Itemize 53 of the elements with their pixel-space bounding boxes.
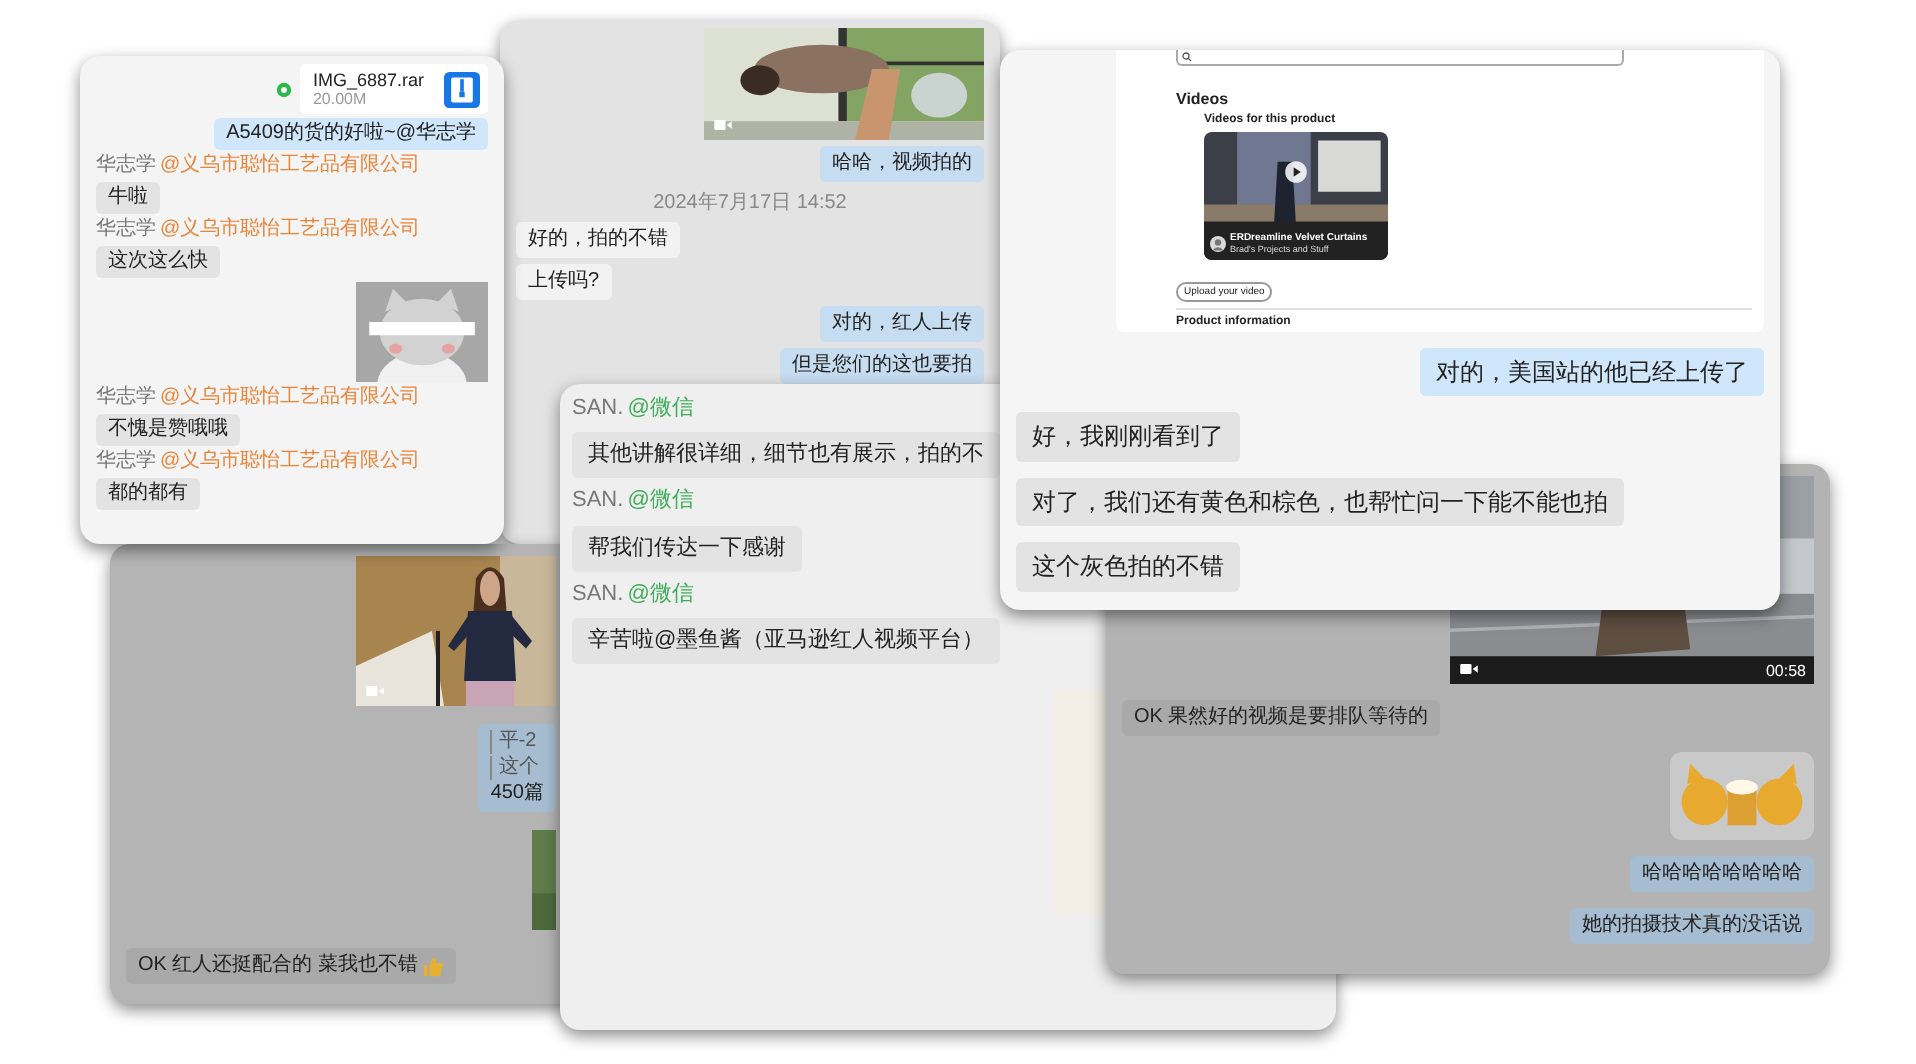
status-icon	[276, 81, 293, 97]
message-text: 450篇	[490, 782, 544, 806]
message-bubble: 好的，拍的不错	[516, 222, 680, 258]
company-name: @微信	[627, 396, 694, 423]
company-name: @义乌市聪怡工艺品有限公司	[160, 218, 421, 242]
video-camera-icon	[714, 120, 732, 130]
message-bubble: 上传吗?	[516, 264, 612, 300]
message-bubble: 其他讲解很详细，细节也有展示，拍的不	[572, 432, 1000, 479]
file-size: 20.00M	[312, 90, 369, 108]
sender-name: 华志学	[96, 386, 156, 410]
message-bubble: 哈哈，视频拍的	[820, 146, 984, 182]
sender-name: SAN.	[572, 396, 624, 423]
archive-icon	[444, 71, 480, 107]
search-field[interactable]	[1176, 50, 1624, 66]
section-heading: Videos	[1176, 90, 1229, 108]
message-bubble: 哈哈哈哈哈哈哈哈	[1630, 856, 1814, 892]
file-card[interactable]: IMG_6887.rar 20.00M	[300, 64, 488, 114]
company-name: @义乌市聪怡工艺品有限公司	[160, 450, 421, 474]
company-name: @义乌市聪怡工艺品有限公司	[160, 386, 421, 410]
message-bubble: A5409的货的好啦~@华志学	[214, 118, 488, 150]
message-bubble: 她的拍摄技术真的没话说	[1570, 908, 1814, 944]
sender-name: SAN.	[572, 488, 624, 516]
message-bubble: 不愧是赞哦哦	[96, 414, 240, 446]
search-icon	[1182, 52, 1192, 62]
message-bubble: 帮我们传达一下感谢	[572, 525, 802, 572]
sender-name: 华志学	[96, 154, 156, 178]
message-bubble: 好，我刚刚看到了	[1016, 412, 1240, 462]
message-bubble: 对了，我们还有黄色和棕色，也帮忙问一下能不能也拍	[1016, 477, 1624, 527]
timestamp: 2024年7月17日 14:52	[653, 190, 847, 216]
message-bubble: 这个灰色拍的不错	[1016, 542, 1240, 592]
sender-name: SAN.	[572, 581, 624, 608]
video-camera-icon	[1460, 664, 1478, 674]
video-duration: 00:58	[1765, 662, 1806, 680]
file-name: IMG_6887.rar	[312, 70, 424, 90]
company-name: @微信	[627, 581, 694, 608]
message-bubble: 辛苦啦@墨鱼酱（亚马逊红人视频平台）	[572, 617, 1001, 665]
quote-line: 这个	[490, 756, 544, 780]
message-bubble: OK 果然好的视频是要排队等待的	[1122, 700, 1441, 736]
video-camera-icon	[366, 686, 384, 696]
message-bubble: 牛啦	[96, 182, 160, 214]
avatar-icon	[1210, 235, 1226, 251]
company-name: @微信	[627, 488, 694, 516]
message-bubble: 都的都有	[96, 478, 200, 510]
quote-line: 平-2	[490, 730, 544, 754]
sender-name: 华志学	[96, 450, 156, 474]
message-bubble: 这次这么快	[96, 246, 220, 278]
play-icon[interactable]	[1284, 160, 1308, 184]
message-text: OK 红人还挺配合的 菜我也不错	[138, 954, 419, 978]
sender-name: 华志学	[96, 218, 156, 242]
message-bubble: 但是您们的这也要拍	[780, 348, 984, 384]
message-bubble: 对的，美国站的他已经上传了	[1420, 348, 1764, 397]
message-bubble: 对的，红人上传	[820, 306, 984, 342]
company-name: @义乌市聪怡工艺品有限公司	[160, 154, 421, 178]
